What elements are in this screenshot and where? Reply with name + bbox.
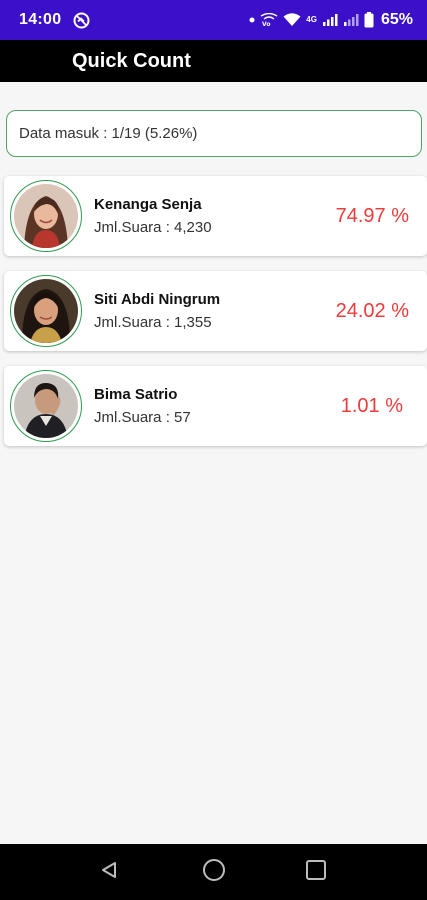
candidate-percent: 74.97 % bbox=[335, 204, 409, 227]
candidate-card[interactable]: Bima Satrio Jml.Suara : 57 1.01 % bbox=[4, 366, 427, 446]
navigation-bar bbox=[0, 844, 427, 900]
battery-percent: 65% bbox=[380, 11, 413, 28]
wifi-icon bbox=[283, 13, 301, 27]
home-button[interactable] bbox=[189, 844, 239, 900]
battery-icon bbox=[364, 12, 374, 28]
signal-icon bbox=[343, 13, 359, 27]
home-icon bbox=[202, 858, 226, 887]
recents-icon bbox=[305, 859, 327, 886]
candidate-percent: 24.02 % bbox=[335, 299, 409, 322]
network-type-label: 4G bbox=[306, 15, 317, 24]
app-title: Quick Count bbox=[72, 49, 191, 72]
dot-icon bbox=[249, 17, 255, 23]
candidate-percent: 1.01 % bbox=[340, 394, 403, 417]
do-not-disturb-icon bbox=[73, 12, 90, 29]
status-icons: Vo 4G 65% bbox=[249, 11, 413, 29]
status-time: 14:00 bbox=[19, 11, 62, 28]
back-icon bbox=[99, 860, 119, 885]
candidate-name: Bima Satrio bbox=[94, 386, 178, 403]
candidate-name: Siti Abdi Ningrum bbox=[94, 291, 221, 308]
candidate-card[interactable]: Siti Abdi Ningrum Jml.Suara : 1,355 24.0… bbox=[4, 271, 427, 351]
candidate-name: Kenanga Senja bbox=[94, 196, 202, 213]
back-button[interactable] bbox=[84, 844, 134, 900]
recents-button[interactable] bbox=[291, 844, 341, 900]
candidate-avatar bbox=[10, 275, 82, 347]
signal-icon bbox=[322, 13, 338, 27]
status-bar: 14:00 Vo 4G 65% bbox=[0, 0, 427, 40]
candidate-avatar bbox=[10, 370, 82, 442]
candidate-avatar bbox=[10, 180, 82, 252]
data-masuk-box: Data masuk : 1/19 (5.26%) bbox=[6, 110, 422, 157]
svg-text:Vo: Vo bbox=[262, 21, 270, 27]
vowifi-icon: Vo bbox=[260, 13, 278, 27]
candidate-card[interactable]: Kenanga Senja Jml.Suara : 4,230 74.97 % bbox=[4, 176, 427, 256]
data-masuk-text: Data masuk : 1/19 (5.26%) bbox=[19, 125, 198, 142]
candidate-votes: Jml.Suara : 1,355 bbox=[94, 314, 212, 331]
candidate-votes: Jml.Suara : 4,230 bbox=[94, 219, 212, 236]
main-content: Data masuk : 1/19 (5.26%) Kenanga Senja … bbox=[0, 82, 427, 844]
app-bar: Quick Count bbox=[0, 40, 427, 82]
candidate-votes: Jml.Suara : 57 bbox=[94, 409, 191, 426]
